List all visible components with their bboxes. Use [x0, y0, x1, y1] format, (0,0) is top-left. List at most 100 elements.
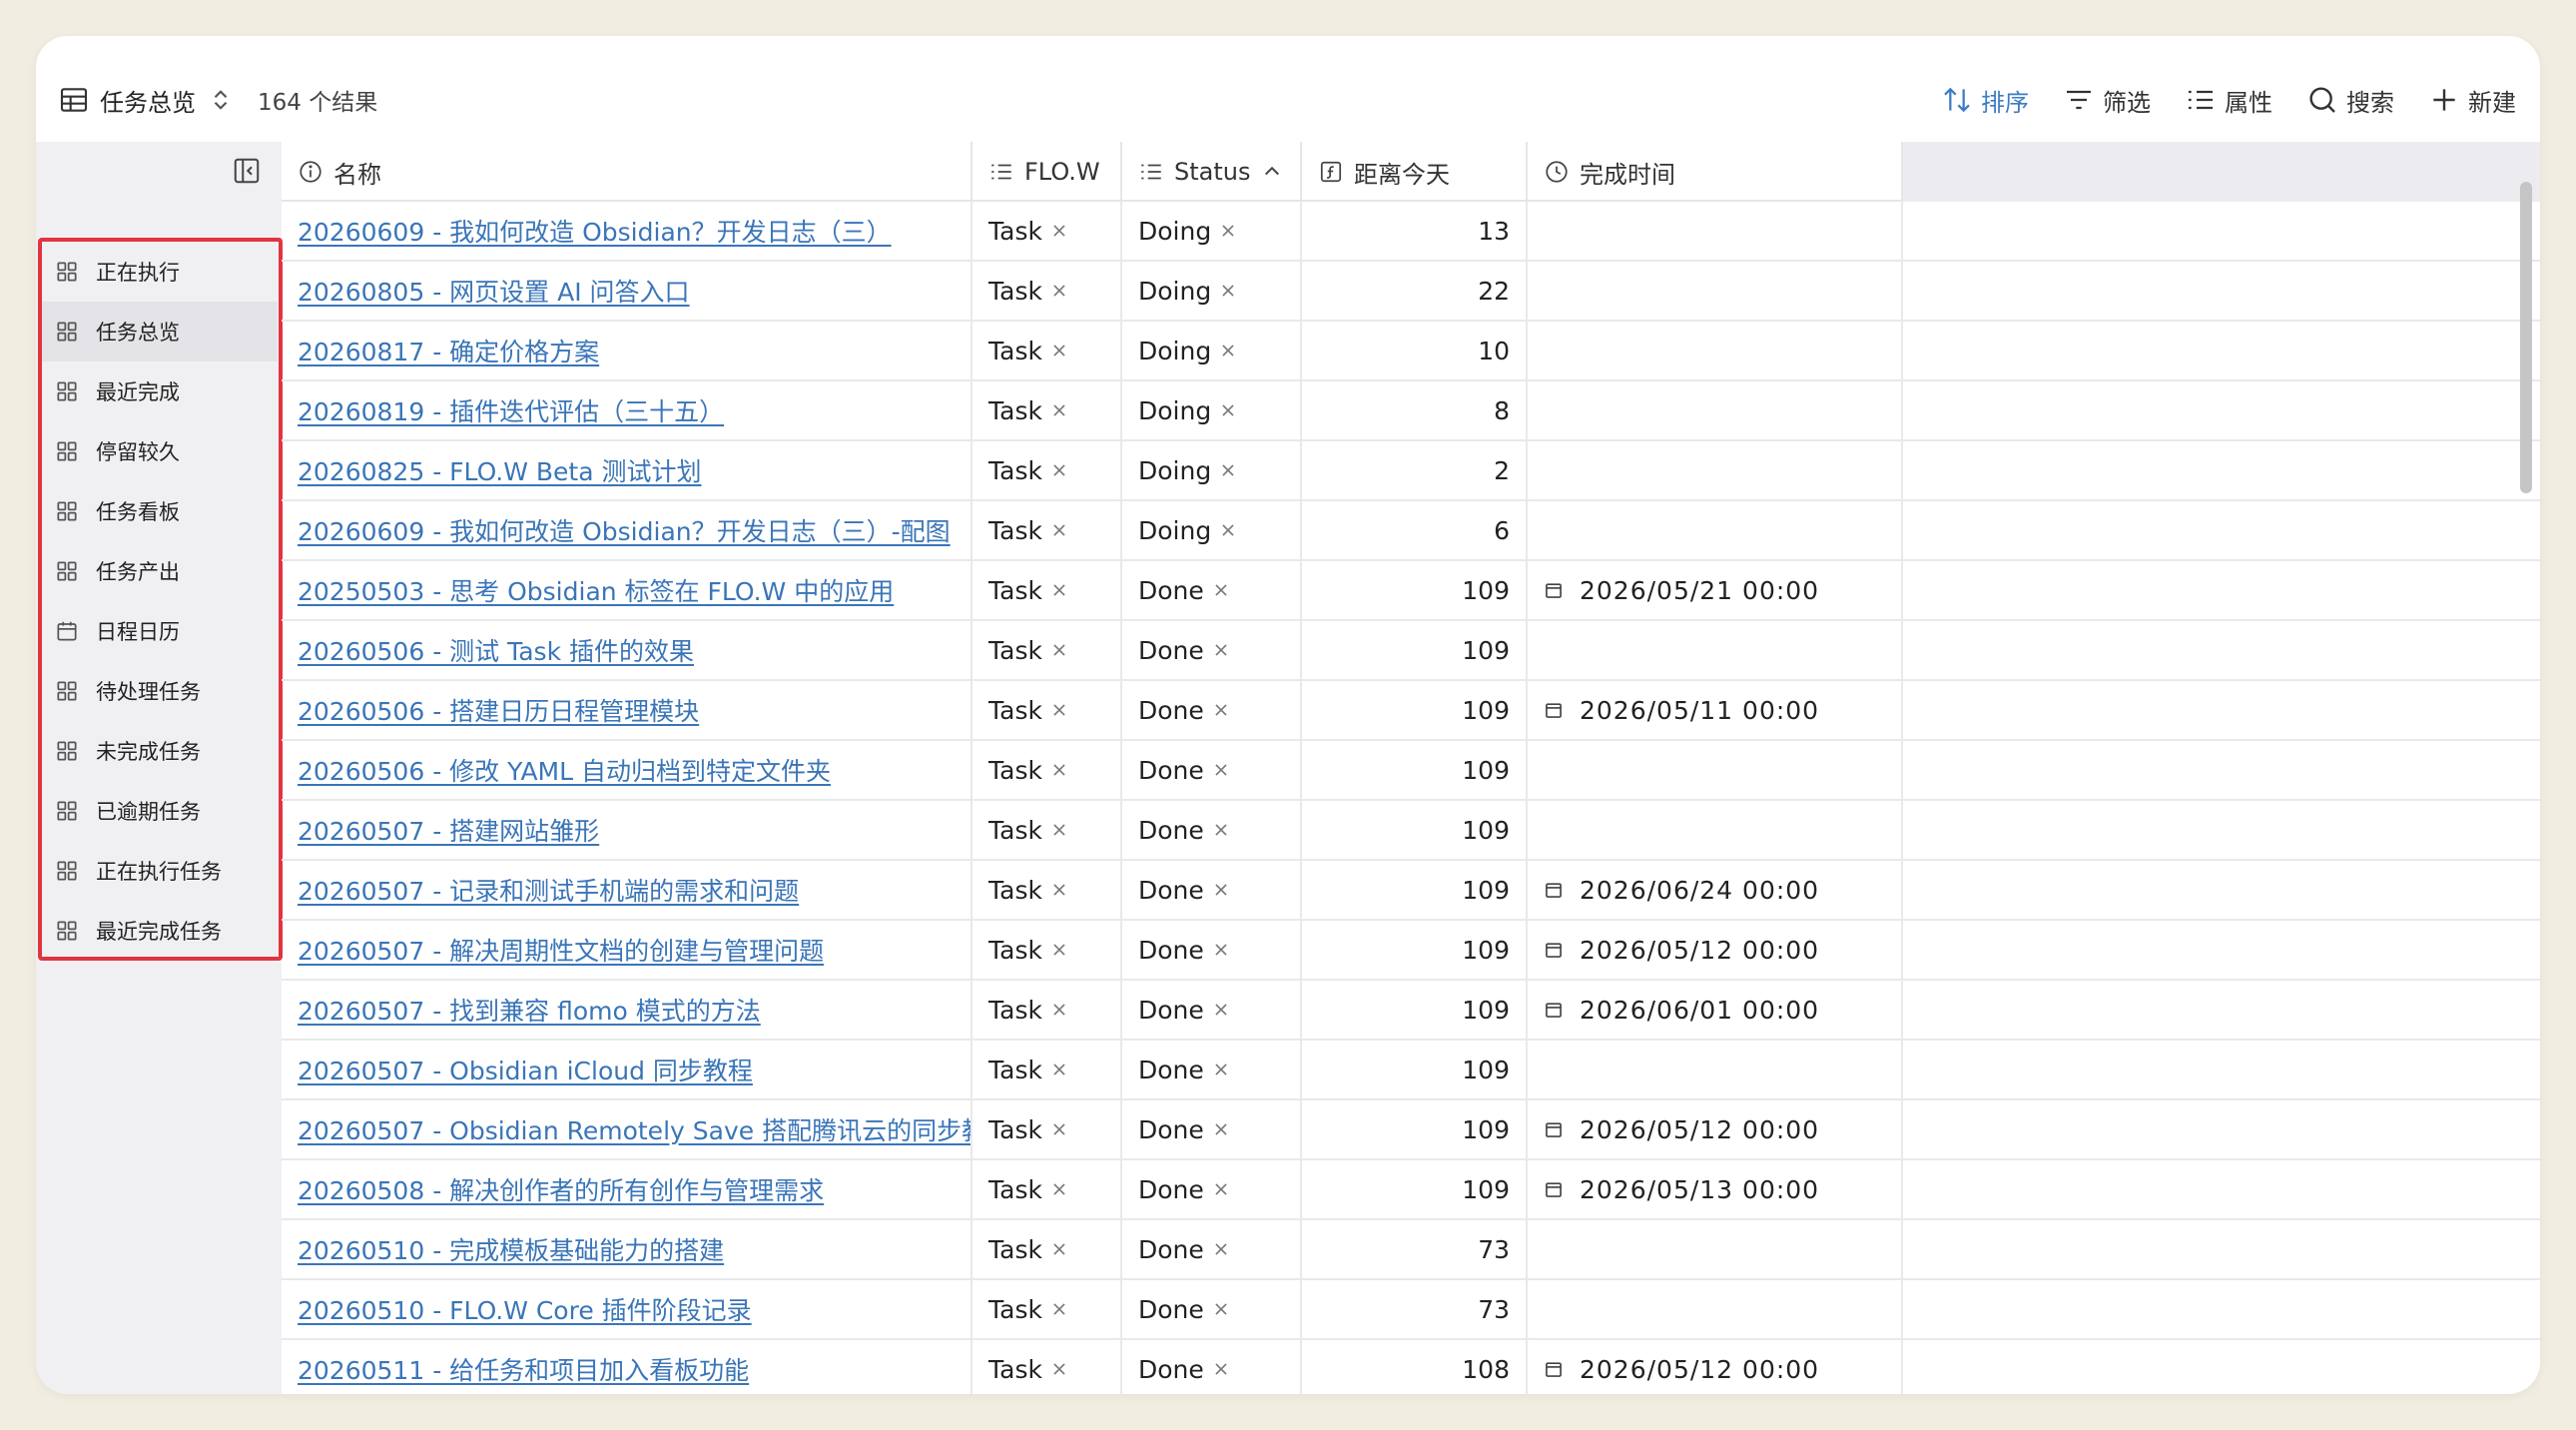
remove-tag-icon[interactable]	[1212, 881, 1230, 899]
search-button[interactable]: 搜索	[2306, 83, 2394, 118]
remove-tag-icon[interactable]	[1212, 641, 1230, 659]
note-link[interactable]: 20260508 - 解决创作者的所有创作与管理需求	[298, 1171, 824, 1207]
remove-tag-icon[interactable]	[1212, 761, 1230, 779]
note-link[interactable]: 20260507 - 记录和测试手机端的需求和问题	[298, 872, 799, 908]
cell-done-time[interactable]: 2026/05/13 00:00	[1528, 1160, 1903, 1218]
column-header-status[interactable]: Status	[1122, 142, 1302, 202]
remove-tag-icon[interactable]	[1219, 342, 1237, 359]
remove-tag-icon[interactable]	[1212, 701, 1230, 719]
sidebar-view-item[interactable]: 任务总览	[42, 302, 278, 361]
cell-status[interactable]: Done	[1122, 1160, 1302, 1218]
remove-tag-icon[interactable]	[1050, 401, 1068, 419]
remove-tag-icon[interactable]	[1050, 1120, 1068, 1138]
note-link[interactable]: 20260507 - 搭建网站雏形	[298, 812, 599, 848]
cell-status[interactable]: Doing	[1122, 501, 1302, 559]
cell-flow[interactable]: Task	[972, 1041, 1122, 1098]
column-header-name[interactable]: 名称	[282, 142, 972, 202]
remove-tag-icon[interactable]	[1212, 581, 1230, 599]
cell-done-time[interactable]: 2026/05/11 00:00	[1528, 681, 1903, 739]
cell-status[interactable]: Doing	[1122, 322, 1302, 379]
cell-done-time[interactable]	[1528, 202, 1903, 260]
remove-tag-icon[interactable]	[1050, 641, 1068, 659]
note-link[interactable]: 20260817 - 确定价格方案	[298, 333, 599, 368]
cell-flow[interactable]: Task	[972, 981, 1122, 1039]
cell-flow[interactable]: Task	[972, 322, 1122, 379]
cell-flow[interactable]: Task	[972, 501, 1122, 559]
note-link[interactable]: 20250503 - 思考 Obsidian 标签在 FLO.W 中的应用	[298, 572, 894, 608]
note-link[interactable]: 20260609 - 我如何改造 Obsidian？开发日志（三）-配图	[298, 512, 951, 548]
sidebar-view-item[interactable]: 待处理任务	[42, 661, 278, 721]
remove-tag-icon[interactable]	[1212, 1120, 1230, 1138]
cell-flow[interactable]: Task	[972, 561, 1122, 619]
cell-status[interactable]: Done	[1122, 921, 1302, 979]
cell-status[interactable]: Doing	[1122, 202, 1302, 260]
new-button[interactable]: 新建	[2428, 83, 2516, 118]
cell-status[interactable]: Done	[1122, 861, 1302, 919]
sidebar-view-item[interactable]: 未完成任务	[42, 721, 278, 781]
cell-done-time[interactable]: 2026/05/12 00:00	[1528, 1340, 1903, 1394]
remove-tag-icon[interactable]	[1212, 821, 1230, 839]
sidebar-view-item[interactable]: 任务看板	[42, 481, 278, 541]
cell-done-time[interactable]	[1528, 1220, 1903, 1278]
note-link[interactable]: 20260507 - 解决周期性文档的创建与管理问题	[298, 932, 824, 968]
note-link[interactable]: 20260507 - Obsidian iCloud 同步教程	[298, 1052, 753, 1087]
note-link[interactable]: 20260609 - 我如何改造 Obsidian？开发日志（三）	[298, 213, 892, 249]
cell-done-time[interactable]	[1528, 501, 1903, 559]
remove-tag-icon[interactable]	[1050, 1001, 1068, 1019]
cell-flow[interactable]: Task	[972, 381, 1122, 439]
remove-tag-icon[interactable]	[1050, 761, 1068, 779]
cell-status[interactable]: Done	[1122, 681, 1302, 739]
note-link[interactable]: 20260507 - Obsidian Remotely Save 搭配腾讯云的…	[298, 1111, 970, 1147]
remove-tag-icon[interactable]	[1212, 941, 1230, 959]
cell-status[interactable]: Done	[1122, 801, 1302, 859]
cell-done-time[interactable]	[1528, 322, 1903, 379]
cell-flow[interactable]: Task	[972, 621, 1122, 679]
remove-tag-icon[interactable]	[1050, 581, 1068, 599]
note-link[interactable]: 20260805 - 网页设置 AI 问答入口	[298, 273, 690, 309]
remove-tag-icon[interactable]	[1219, 222, 1237, 240]
remove-tag-icon[interactable]	[1219, 521, 1237, 539]
remove-tag-icon[interactable]	[1050, 461, 1068, 479]
sidebar-view-item[interactable]: 正在执行任务	[42, 841, 278, 901]
remove-tag-icon[interactable]	[1050, 521, 1068, 539]
remove-tag-icon[interactable]	[1212, 1360, 1230, 1378]
scrollbar-thumb[interactable]	[2520, 182, 2532, 493]
cell-flow[interactable]: Task	[972, 1160, 1122, 1218]
cell-status[interactable]: Done	[1122, 1100, 1302, 1158]
cell-done-time[interactable]	[1528, 381, 1903, 439]
note-link[interactable]: 20260506 - 搭建日历日程管理模块	[298, 692, 699, 728]
sidebar-view-item[interactable]: 任务产出	[42, 541, 278, 601]
cell-flow[interactable]: Task	[972, 741, 1122, 799]
filter-button[interactable]: 筛选	[2063, 83, 2151, 118]
cell-status[interactable]: Done	[1122, 981, 1302, 1039]
cell-flow[interactable]: Task	[972, 1340, 1122, 1394]
cell-flow[interactable]: Task	[972, 681, 1122, 739]
remove-tag-icon[interactable]	[1050, 282, 1068, 300]
note-link[interactable]: 20260507 - 找到兼容 flomo 模式的方法	[298, 992, 761, 1028]
sidebar-view-item[interactable]: 最近完成	[42, 361, 278, 421]
remove-tag-icon[interactable]	[1219, 401, 1237, 419]
column-header-done-time[interactable]: 完成时间	[1528, 142, 1903, 202]
note-link[interactable]: 20260825 - FLO.W Beta 测试计划	[298, 452, 701, 488]
cell-flow[interactable]: Task	[972, 202, 1122, 260]
remove-tag-icon[interactable]	[1212, 1001, 1230, 1019]
view-switcher[interactable]: 任务总览 164 个结果	[58, 80, 377, 120]
column-header-distance[interactable]: 距离今天	[1302, 142, 1528, 202]
cell-status[interactable]: Done	[1122, 1041, 1302, 1098]
remove-tag-icon[interactable]	[1212, 1061, 1230, 1078]
note-link[interactable]: 20260506 - 修改 YAML 自动归档到特定文件夹	[298, 752, 831, 788]
cell-done-time[interactable]	[1528, 741, 1903, 799]
sidebar-view-item[interactable]: 正在执行	[42, 242, 278, 302]
sidebar-view-item[interactable]: 停留较久	[42, 421, 278, 481]
remove-tag-icon[interactable]	[1050, 881, 1068, 899]
column-header-flow[interactable]: FLO.W	[972, 142, 1122, 202]
remove-tag-icon[interactable]	[1212, 1240, 1230, 1258]
cell-status[interactable]: Done	[1122, 561, 1302, 619]
cell-done-time[interactable]	[1528, 1041, 1903, 1098]
cell-status[interactable]: Done	[1122, 741, 1302, 799]
remove-tag-icon[interactable]	[1050, 1300, 1068, 1318]
cell-status[interactable]: Doing	[1122, 262, 1302, 320]
remove-tag-icon[interactable]	[1050, 1061, 1068, 1078]
note-link[interactable]: 20260819 - 插件迭代评估（三十五）	[298, 392, 724, 428]
remove-tag-icon[interactable]	[1219, 282, 1237, 300]
